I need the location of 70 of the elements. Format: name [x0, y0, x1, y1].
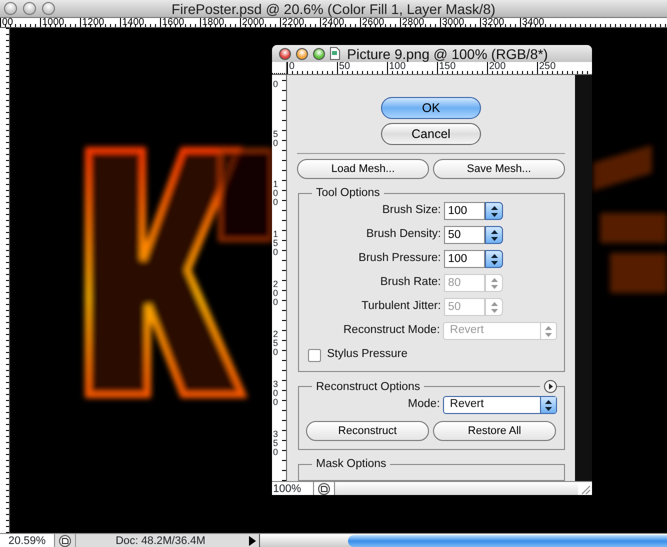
dropdown-value: Revert: [450, 397, 484, 412]
action-button[interactable]: Restore All: [433, 421, 556, 441]
ruler-label: 200: [487, 62, 537, 74]
zoom-level: 20.59%: [0, 534, 55, 547]
ruler-label: 250: [272, 328, 279, 359]
field-label: Turbulent Jitter:: [360, 299, 442, 314]
minimize-button[interactable]: [296, 48, 308, 60]
ruler-label: 350: [272, 428, 279, 459]
field-label: Brush Pressure:: [358, 251, 442, 266]
ruler-label: 300: [272, 378, 279, 409]
ruler-label: 250: [537, 62, 587, 74]
close-button[interactable]: [279, 48, 291, 60]
number-field[interactable]: 50: [444, 226, 485, 244]
window-control-button[interactable]: [42, 2, 55, 15]
horizontal-scrollbar[interactable]: [259, 534, 667, 547]
ruler-label: 150: [272, 228, 279, 259]
ruler-label: 50: [337, 62, 387, 74]
ruler-label: 100: [272, 178, 279, 209]
resize-grip-icon[interactable]: [579, 482, 591, 494]
group-title: Reconstruct Options: [316, 380, 420, 392]
dropdown[interactable]: Revert: [442, 396, 557, 414]
stepper-arrows-icon[interactable]: [545, 400, 552, 410]
ruler-label: 200: [272, 278, 279, 309]
dropdown-value: Revert: [450, 323, 484, 338]
field-label: Brush Size:: [381, 203, 442, 218]
stepper-arrows-icon[interactable]: [490, 230, 498, 240]
status-menu-icon[interactable]: [59, 534, 71, 546]
field-label: Brush Rate:: [379, 275, 442, 290]
ruler-label: 00: [0, 18, 40, 27]
stepper-arrows-icon: [490, 302, 498, 312]
group-title: Mask Options: [315, 458, 388, 470]
ruler-label: 100: [387, 62, 437, 74]
checkbox-label: Stylus Pressure: [327, 347, 408, 362]
scroll-thumb[interactable]: [348, 535, 667, 547]
horizontal-scrollbar[interactable]: [334, 482, 578, 495]
action-button[interactable]: Reconstruct: [306, 421, 429, 441]
play-arrow-icon[interactable]: [248, 536, 256, 546]
ruler-label: 3400: [520, 18, 560, 27]
stepper-arrows-icon: [490, 278, 498, 288]
ruler-label: 0: [287, 62, 337, 74]
ruler-label: 50: [272, 128, 279, 150]
ruler-label: 2400: [320, 18, 360, 27]
field-label: Mode:: [406, 397, 441, 412]
document-size-info: Doc: 48.2M/36.4M: [75, 534, 245, 547]
field-label: Reconstruct Mode:: [342, 323, 441, 338]
mesh-button[interactable]: Load Mesh...: [297, 159, 429, 179]
play-circle-icon[interactable]: [544, 380, 557, 393]
zoom-level: 100%: [272, 482, 314, 495]
ruler-label: 2800: [400, 18, 440, 27]
ok-button[interactable]: OK: [381, 97, 481, 119]
window-control-button[interactable]: [4, 2, 17, 15]
field-label: Brush Density:: [365, 227, 442, 242]
ruler-label: 0: [272, 78, 279, 91]
ruler-label: 2600: [360, 18, 400, 27]
status-menu-icon[interactable]: [318, 482, 330, 494]
window-control-button[interactable]: [23, 2, 36, 15]
checkbox[interactable]: [308, 348, 321, 362]
number-field[interactable]: 100: [444, 250, 485, 268]
ruler-label: 150: [437, 62, 487, 74]
stepper-arrows-icon: [545, 326, 552, 336]
window-title: FirePoster.psd @ 20.6% (Color Fill 1, Layer Mask/8): [172, 2, 496, 16]
window-title: Picture 9.png @ 100% (RGB/8*): [347, 46, 548, 60]
zoom-button[interactable]: [313, 48, 325, 60]
stepper-arrows-icon[interactable]: [490, 254, 498, 264]
cancel-button[interactable]: Cancel: [381, 123, 481, 145]
number-field[interactable]: 100: [444, 202, 485, 220]
group-title: Tool Options: [315, 187, 381, 199]
mesh-button[interactable]: Save Mesh...: [433, 159, 565, 179]
stepper-arrows-icon[interactable]: [490, 206, 498, 216]
document-icon: [330, 47, 340, 60]
